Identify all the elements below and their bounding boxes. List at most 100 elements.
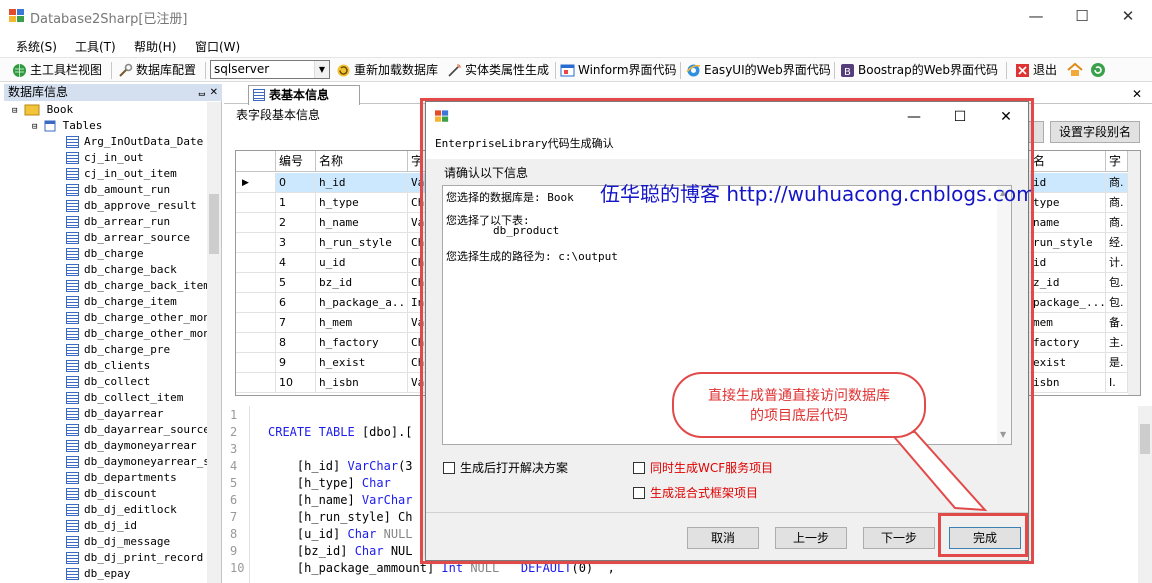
reload-db-button[interactable]: 重新加载数据库	[336, 62, 438, 79]
grid-cell-desc[interactable]: 商.	[1106, 173, 1128, 193]
grid-cell-alias[interactable]: id	[1030, 173, 1106, 193]
tree-node-table[interactable]: db_collect	[66, 374, 150, 390]
grid-cell-desc[interactable]: 经.	[1106, 233, 1128, 253]
refresh-icon[interactable]	[1090, 62, 1106, 78]
grid-cell-alias[interactable]: run_style	[1030, 233, 1106, 253]
tree-node-table[interactable]: db_arrear_run	[66, 214, 170, 230]
home-icon[interactable]	[1067, 62, 1083, 78]
tree-node-table[interactable]: db_approve_result	[66, 198, 197, 214]
tree-node-table[interactable]: cj_in_out	[66, 150, 144, 166]
tree-node-table[interactable]: db_daymoneyarrear_sc	[66, 454, 208, 470]
set-alias-button[interactable]: 设置字段别名	[1050, 121, 1140, 143]
grid-cell-desc[interactable]: 是.	[1106, 353, 1128, 373]
tree-node-table[interactable]: db_dj_message	[66, 534, 170, 550]
minimize-button[interactable]: —	[1013, 0, 1059, 32]
chevron-down-icon[interactable]: ▼	[314, 61, 329, 78]
grid-cell-alias[interactable]: factory	[1030, 333, 1106, 353]
tree-node-table[interactable]: cj_in_out_item	[66, 166, 177, 182]
tree-node-table[interactable]: db_amount_run	[66, 182, 170, 198]
grid-row-indicator[interactable]	[236, 373, 276, 393]
scrollbar-thumb[interactable]	[1140, 424, 1150, 454]
grid-cell-name[interactable]: h_package_a...	[316, 293, 408, 313]
grid-cell-no[interactable]: 7	[276, 313, 316, 333]
grid-cell-desc[interactable]: 主.	[1106, 333, 1128, 353]
grid-cell-name[interactable]: h_type	[316, 193, 408, 213]
grid-cell-desc[interactable]: 包.	[1106, 293, 1128, 313]
menu-system[interactable]: 系统(S)	[16, 38, 57, 55]
tree-node-table[interactable]: db_daymoneyarrear	[66, 438, 197, 454]
grid-cell-no[interactable]: 4	[276, 253, 316, 273]
bootstrap-code-button[interactable]: B Boostrap的Web界面代码	[840, 62, 998, 79]
tree-node-table[interactable]: db_clients	[66, 358, 150, 374]
grid-cell-no[interactable]: 10	[276, 373, 316, 393]
winform-code-button[interactable]: Winform界面代码	[560, 62, 677, 79]
grid-cell-name[interactable]: h_name	[316, 213, 408, 233]
tree-node-table[interactable]: db_charge_pre	[66, 342, 170, 358]
grid-header-name[interactable]: 名称	[316, 151, 408, 172]
grid-row-indicator[interactable]	[236, 333, 276, 353]
collapse-icon[interactable]: ⊟	[32, 122, 37, 132]
maximize-button[interactable]: ☐	[1059, 0, 1105, 32]
grid-cell-alias[interactable]: id	[1030, 253, 1106, 273]
grid-cell-no[interactable]: 8	[276, 333, 316, 353]
close-icon[interactable]: ✕	[1132, 87, 1142, 101]
tree-node-table[interactable]: db_charge_item	[66, 294, 177, 310]
grid-row-indicator[interactable]	[236, 353, 276, 373]
grid-row-indicator[interactable]	[236, 273, 276, 293]
grid-row-indicator[interactable]	[236, 253, 276, 273]
tree-node-table[interactable]: db_charge_other_mone	[66, 310, 208, 326]
tree-node-table[interactable]: db_dj_print_record	[66, 550, 203, 566]
grid-cell-desc[interactable]: 计.	[1106, 253, 1128, 273]
grid-cell-name[interactable]: h_mem	[316, 313, 408, 333]
grid-cell-name[interactable]: h_exist	[316, 353, 408, 373]
easyui-code-button[interactable]: EasyUI的Web界面代码	[686, 62, 831, 79]
tree-node-table[interactable]: db_charge_back	[66, 262, 177, 278]
grid-header-no[interactable]: 编号	[276, 151, 316, 172]
tree-node-table[interactable]: db_collect_item	[66, 390, 183, 406]
tree-scrollbar[interactable]	[207, 102, 221, 583]
menu-window[interactable]: 窗口(W)	[195, 38, 240, 55]
grid-scrollbar[interactable]	[1128, 151, 1140, 395]
grid-cell-alias[interactable]: exist	[1030, 353, 1106, 373]
tree-node-table[interactable]: db_epay	[66, 566, 130, 582]
grid-cell-name[interactable]: h_isbn	[316, 373, 408, 393]
tree-node-table[interactable]: db_discount	[66, 486, 157, 502]
tree-node-table[interactable]: db_arrear_source	[66, 230, 190, 246]
grid-cell-desc[interactable]: 备.	[1106, 313, 1128, 333]
grid-cell-no[interactable]: 3	[276, 233, 316, 253]
tree-node-table[interactable]: db_charge	[66, 246, 144, 262]
tree-node-tables[interactable]: ⊟ Tables	[32, 118, 102, 134]
grid-cell-desc[interactable]: 商.	[1106, 213, 1128, 233]
entity-gen-button[interactable]: 实体类属性生成	[447, 62, 549, 79]
tree-node-table[interactable]: db_charge_back_item	[66, 278, 208, 294]
grid-cell-no[interactable]: 9	[276, 353, 316, 373]
tree-node-table[interactable]: db_dj_editlock	[66, 502, 177, 518]
grid-cell-alias[interactable]: type	[1030, 193, 1106, 213]
grid-cell-alias[interactable]: isbn	[1030, 373, 1106, 393]
tree-node-table[interactable]: db_charge_other_mone	[66, 326, 208, 342]
grid-row-indicator[interactable]	[236, 193, 276, 213]
grid-cell-desc[interactable]: 商.	[1106, 193, 1128, 213]
grid-row-indicator[interactable]	[236, 313, 276, 333]
grid-row-indicator[interactable]: ▶	[236, 173, 276, 193]
tree-node-table[interactable]: db_dayarrear	[66, 406, 163, 422]
grid-row-indicator[interactable]	[236, 293, 276, 313]
grid-cell-name[interactable]: u_id	[316, 253, 408, 273]
menu-tools[interactable]: 工具(T)	[75, 38, 116, 55]
close-button[interactable]: ✕	[1105, 0, 1151, 32]
grid-cell-no[interactable]: 5	[276, 273, 316, 293]
grid-cell-desc[interactable]: I.	[1106, 373, 1128, 393]
grid-row-indicator[interactable]	[236, 213, 276, 233]
collapse-icon[interactable]: ⊟	[12, 106, 17, 116]
grid-header-desc[interactable]: 字	[1106, 151, 1128, 172]
grid-cell-alias[interactable]: z_id	[1030, 273, 1106, 293]
db-config-button[interactable]: 数据库配置	[118, 62, 196, 79]
exit-button[interactable]: 退出	[1015, 62, 1057, 79]
tree-node-table[interactable]: db_departments	[66, 470, 177, 486]
grid-cell-name[interactable]: bz_id	[316, 273, 408, 293]
db-type-select[interactable]: sqlserver ▼	[210, 60, 330, 79]
tree-node-table[interactable]: db_dayarrear_source	[66, 422, 208, 438]
grid-cell-alias[interactable]: package_...	[1030, 293, 1106, 313]
grid-cell-no[interactable]: 6	[276, 293, 316, 313]
grid-cell-alias[interactable]: mem	[1030, 313, 1106, 333]
